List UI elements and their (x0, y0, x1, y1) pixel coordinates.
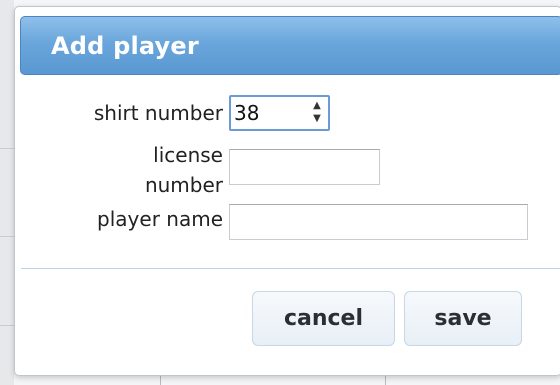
button-divider (21, 268, 560, 269)
cancel-button[interactable]: cancel (252, 291, 395, 346)
spinner-up-icon[interactable]: ▲ (310, 100, 324, 113)
save-button[interactable]: save (404, 291, 522, 346)
shirt-number-label: shirt number (93, 101, 223, 125)
license-number-field[interactable] (229, 149, 380, 185)
shirt-number-value: 38 (234, 101, 260, 125)
license-number-label-line2: number (144, 173, 223, 197)
spinner-down-icon[interactable]: ▼ (310, 113, 324, 126)
dialog-titlebar[interactable]: Add player (20, 16, 560, 75)
dialog-title: Add player (51, 32, 199, 60)
player-name-label: player name (97, 207, 223, 231)
license-number-label-line1: license (153, 143, 223, 167)
shirt-number-stepper[interactable]: 38 ▲ ▼ (229, 95, 330, 131)
background-strip (0, 0, 14, 385)
spinner-arrows[interactable]: ▲ ▼ (310, 100, 324, 126)
player-name-field[interactable] (229, 204, 528, 240)
add-player-dialog: Add player shirt number 38 ▲ ▼ license n… (14, 6, 560, 376)
